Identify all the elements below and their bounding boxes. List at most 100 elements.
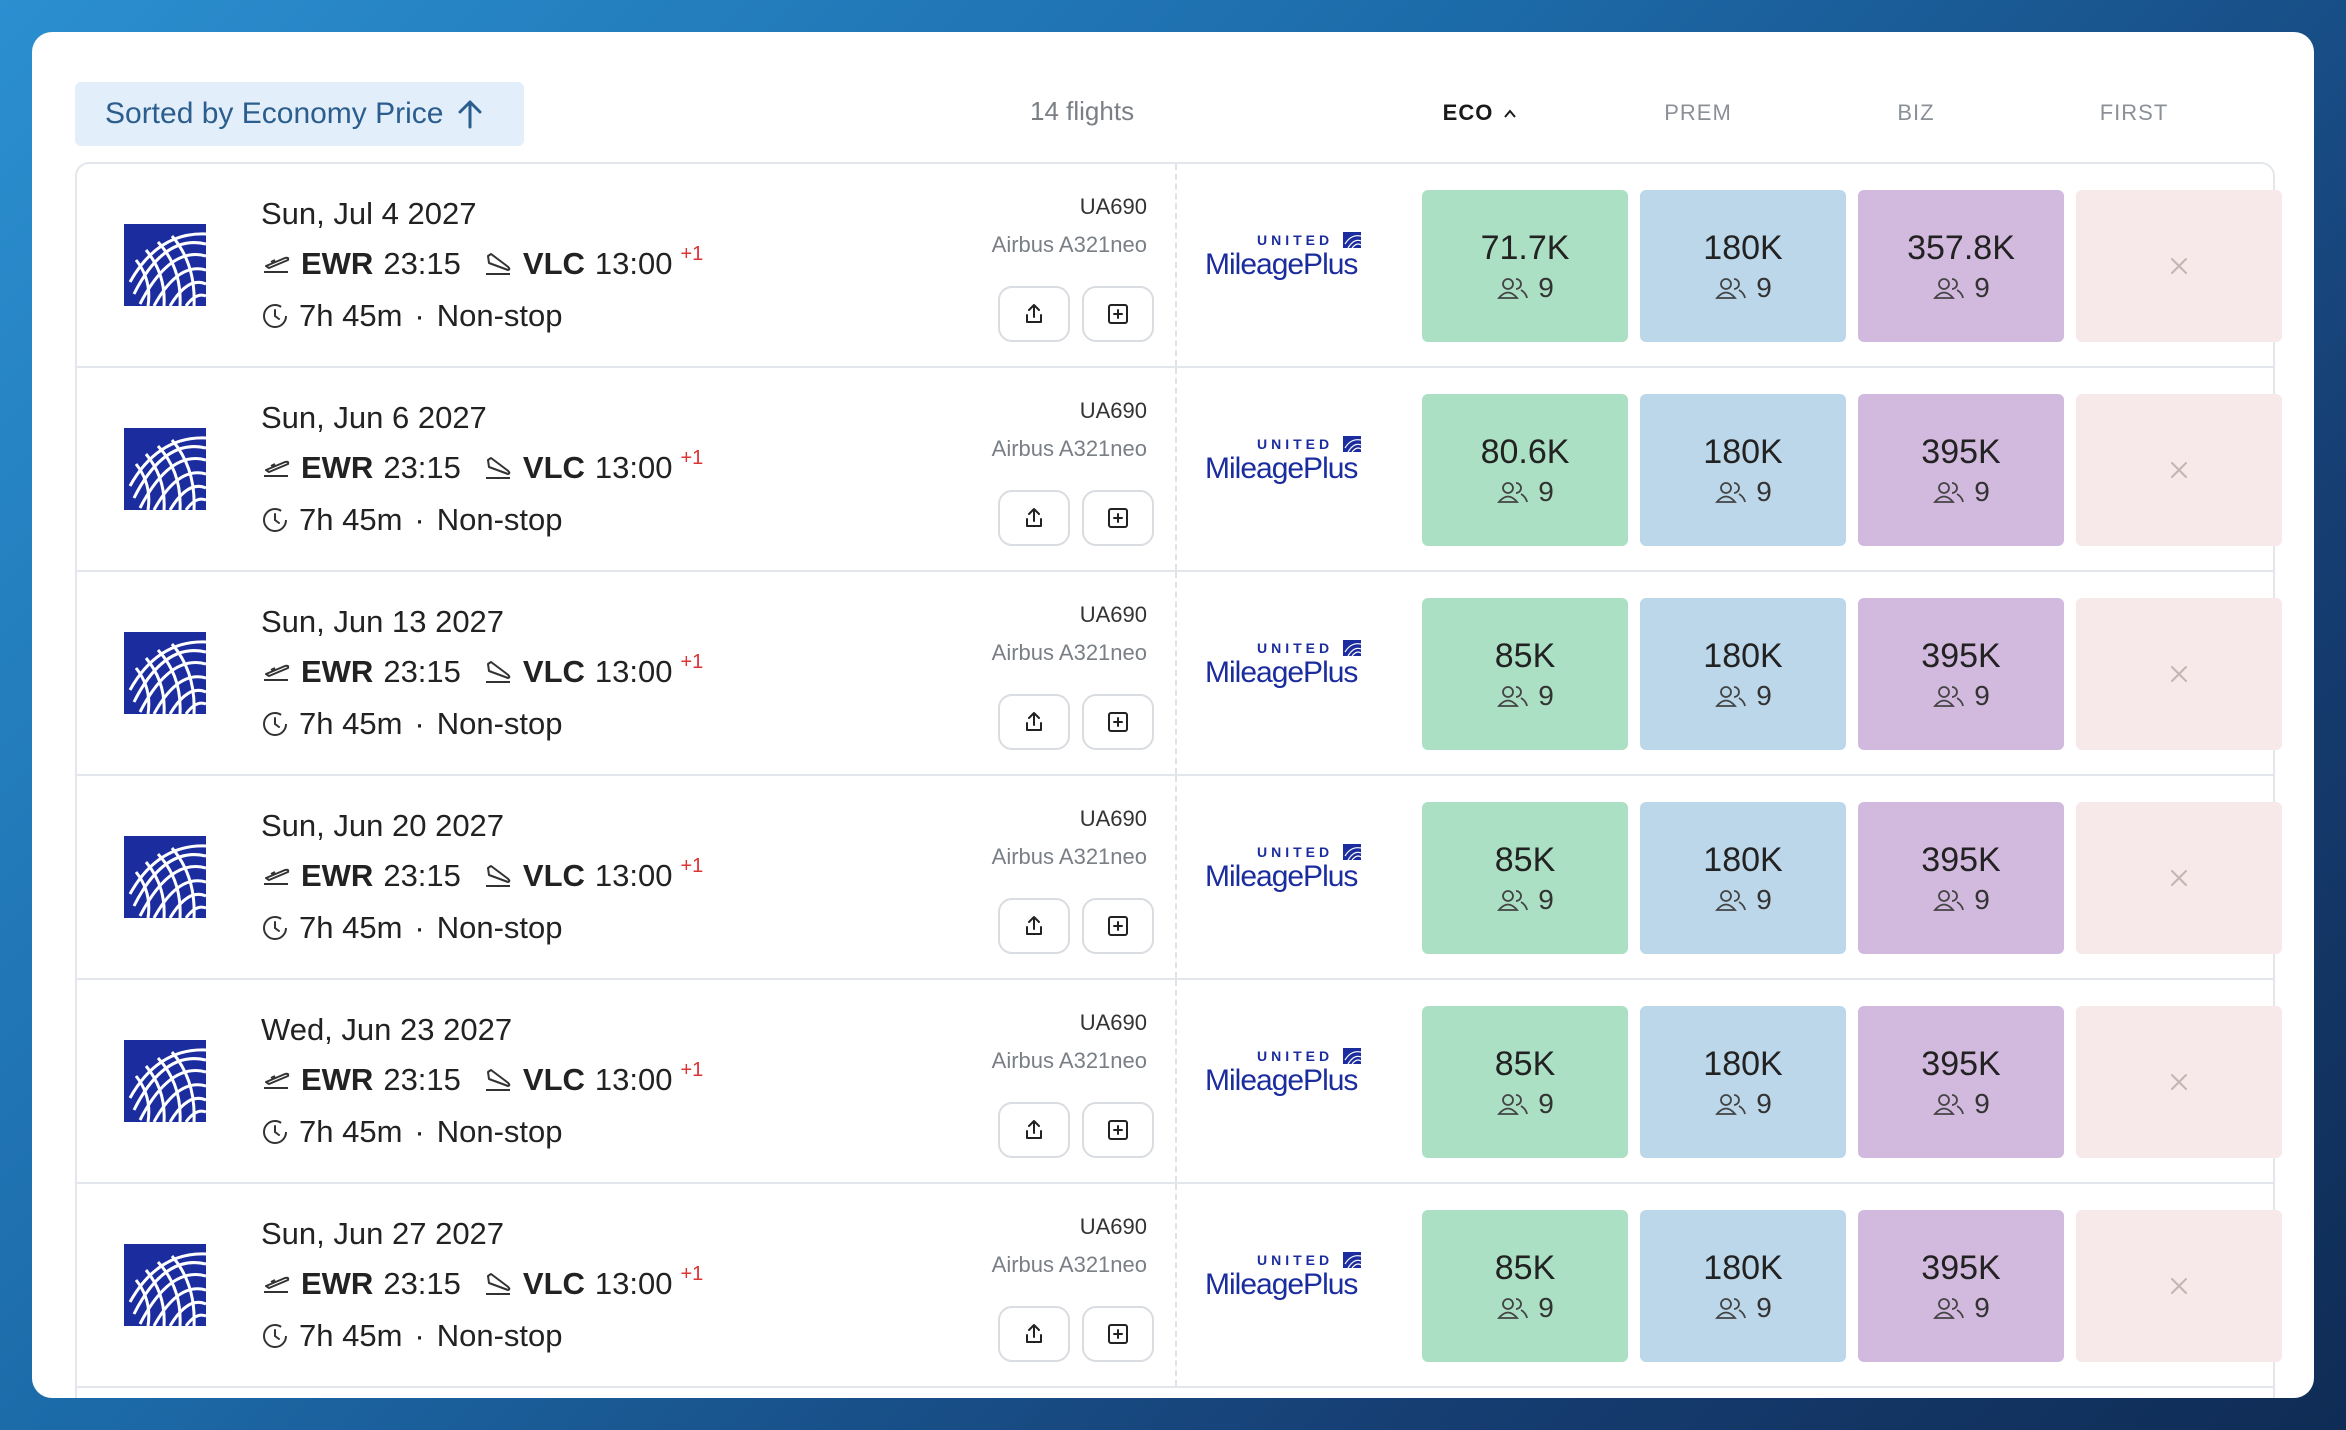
share-button[interactable] — [998, 694, 1070, 750]
aircraft-type: Airbus A321neo — [991, 640, 1147, 665]
add-button[interactable] — [1082, 490, 1154, 546]
flight-segment: EWR 23:15 VLC 13:00 +1 — [261, 1059, 703, 1098]
share-button[interactable] — [998, 490, 1070, 546]
premium-price: 180K — [1703, 1248, 1783, 1287]
add-icon — [1108, 1324, 1128, 1344]
economy-fare-cell[interactable]: 80.6K 9 — [1422, 394, 1628, 546]
united-globe-icon — [124, 632, 206, 714]
premium-fare-cell[interactable]: 180K 9 — [1640, 394, 1846, 546]
stops-text: Non-stop — [436, 910, 563, 945]
united-globe-icon — [124, 836, 206, 918]
separator: · — [414, 706, 425, 741]
economy-fare-cell[interactable]: 71.7K 9 — [1422, 190, 1628, 342]
business-price: 357.8K — [1907, 228, 2015, 267]
premium-seats: 9 — [1714, 1088, 1772, 1120]
column-header-prem[interactable]: PREM — [1595, 100, 1801, 126]
passengers-icon — [1933, 889, 1965, 911]
business-seat-count: 9 — [1974, 1087, 1990, 1119]
passengers-icon — [1933, 685, 1965, 707]
passengers-icon — [1715, 1093, 1747, 1115]
premium-fare-cell[interactable]: 180K 9 — [1640, 598, 1846, 750]
share-button[interactable] — [998, 1102, 1070, 1158]
flight-date: Sun, Jun 20 2027 — [261, 808, 505, 843]
landing-icon — [485, 865, 511, 887]
business-fare-cell[interactable]: 395K 9 — [1858, 1006, 2064, 1158]
sort-button[interactable]: Sorted by Economy Price — [75, 82, 524, 146]
takeoff-icon — [264, 460, 290, 477]
economy-fare-cell[interactable]: 85K 9 — [1422, 1006, 1628, 1158]
takeoff-icon — [264, 256, 290, 273]
share-button[interactable] — [998, 898, 1070, 954]
flight-number: UA690 — [1079, 398, 1147, 423]
economy-seat-count: 9 — [1538, 475, 1554, 507]
column-header-biz[interactable]: BIZ — [1813, 100, 2019, 126]
departure-time: 23:15 — [383, 654, 461, 689]
flight-row: Sun, Jul 4 2027 EWR 23:15 VLC 13:00 +1 7… — [77, 164, 2282, 368]
share-icon — [1026, 304, 1042, 323]
passengers-icon — [1497, 889, 1529, 911]
stops-text: Non-stop — [436, 706, 563, 741]
add-button[interactable] — [1082, 898, 1154, 954]
landing-icon — [485, 1273, 511, 1295]
arrival-time: 13:00 — [594, 246, 673, 281]
business-price: 395K — [1921, 432, 2001, 471]
economy-fare-cell[interactable]: 85K 9 — [1422, 802, 1628, 954]
takeoff-icon — [264, 664, 290, 681]
share-button[interactable] — [998, 286, 1070, 342]
united-wordmark: UNITED — [1257, 1252, 1334, 1268]
premium-fare-cell[interactable]: 180K 9 — [1640, 190, 1846, 342]
united-globe-mini-icon — [1343, 640, 1361, 656]
results-card: Sorted by Economy Price 14 flights ECO P… — [32, 32, 2314, 1398]
united-wordmark: UNITED — [1257, 1048, 1334, 1064]
column-header-first[interactable]: FIRST — [2031, 100, 2237, 126]
arrival-code: VLC — [522, 654, 585, 689]
business-fare-cell[interactable]: 395K 9 — [1858, 394, 2064, 546]
clock-icon — [263, 304, 287, 328]
flight-duration: 7h 45m · Non-stop — [261, 910, 563, 946]
add-button[interactable] — [1082, 694, 1154, 750]
business-seat-count: 9 — [1974, 679, 1990, 711]
passengers-icon — [1497, 481, 1529, 503]
flight-row: Sun, Jun 13 2027 EWR 23:15 VLC 13:00 +1 … — [77, 572, 2282, 776]
close-icon — [2171, 870, 2187, 886]
column-header-eco[interactable]: ECO — [1377, 100, 1583, 126]
business-fare-cell[interactable]: 395K 9 — [1858, 802, 2064, 954]
first-fare-cell-unavailable — [2076, 802, 2282, 954]
share-button[interactable] — [998, 1306, 1070, 1362]
add-icon — [1108, 1120, 1128, 1140]
departure-code: EWR — [301, 858, 374, 893]
premium-seats: 9 — [1714, 884, 1772, 916]
united-globe-mini-icon — [1343, 436, 1361, 452]
premium-seats: 9 — [1714, 272, 1772, 304]
premium-fare-cell[interactable]: 180K 9 — [1640, 1210, 1846, 1362]
flight-row: Sun, Jun 27 2027 EWR 23:15 VLC 13:00 +1 … — [77, 1184, 2282, 1388]
flight-row: Sun, Jun 20 2027 EWR 23:15 VLC 13:00 +1 … — [77, 776, 2282, 980]
add-button[interactable] — [1082, 286, 1154, 342]
economy-price: 85K — [1494, 1248, 1556, 1287]
mileageplus-wordmark: MileagePlus — [1205, 1268, 1358, 1301]
departure-time: 23:15 — [383, 450, 461, 485]
business-fare-cell[interactable]: 395K 9 — [1858, 1210, 2064, 1362]
passengers-icon — [1715, 889, 1747, 911]
passengers-icon — [1715, 685, 1747, 707]
add-button[interactable] — [1082, 1306, 1154, 1362]
flight-row: Wed, Jun 23 2027 EWR 23:15 VLC 13:00 +1 … — [77, 980, 2282, 1184]
united-globe-mini-icon — [1343, 1048, 1361, 1064]
united-globe-mini-icon — [1343, 844, 1361, 860]
first-fare-cell-unavailable — [2076, 394, 2282, 546]
premium-fare-cell[interactable]: 180K 9 — [1640, 1006, 1846, 1158]
economy-price: 80.6K — [1480, 432, 1570, 471]
economy-seats: 9 — [1496, 1088, 1554, 1120]
mileageplus-logo: UNITED MileagePlus — [1205, 1048, 1365, 1104]
next-day-badge: +1 — [680, 242, 704, 265]
economy-fare-cell[interactable]: 85K 9 — [1422, 1210, 1628, 1362]
arrival-code: VLC — [522, 1062, 585, 1097]
business-fare-cell[interactable]: 357.8K 9 — [1858, 190, 2064, 342]
arrival-time: 13:00 — [594, 450, 673, 485]
flight-segment: EWR 23:15 VLC 13:00 +1 — [261, 447, 703, 486]
add-button[interactable] — [1082, 1102, 1154, 1158]
business-fare-cell[interactable]: 395K 9 — [1858, 598, 2064, 750]
premium-fare-cell[interactable]: 180K 9 — [1640, 802, 1846, 954]
economy-fare-cell[interactable]: 85K 9 — [1422, 598, 1628, 750]
passengers-icon — [1497, 1093, 1529, 1115]
